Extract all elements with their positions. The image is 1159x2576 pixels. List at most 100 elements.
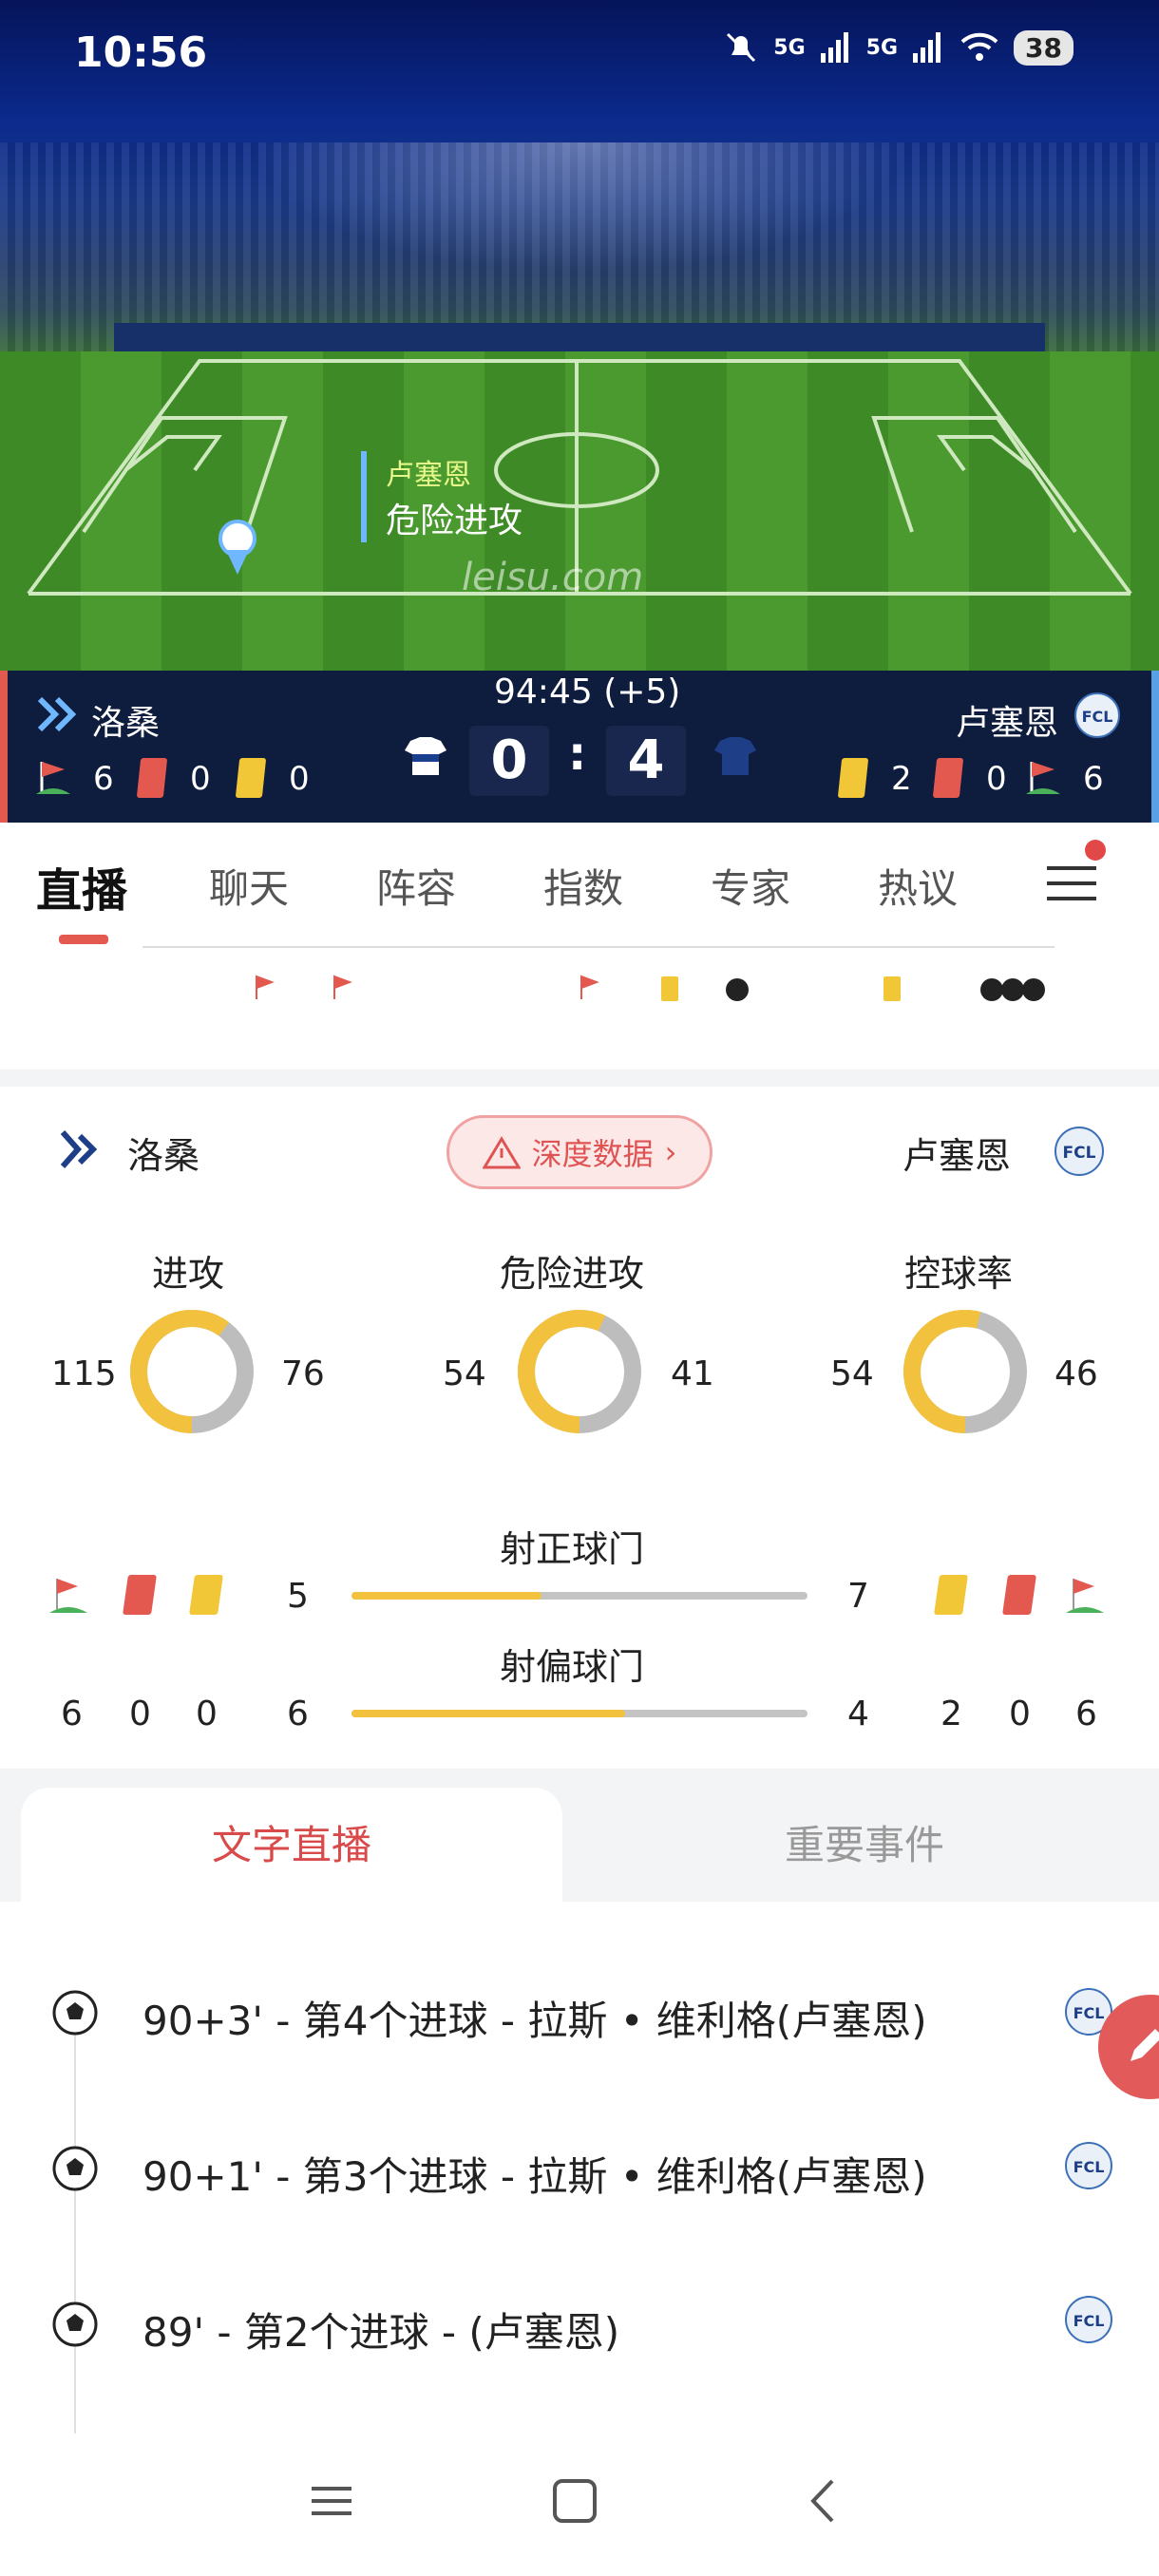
home-logo-icon-2	[60, 1130, 98, 1168]
live-event-text: 危险进攻	[386, 502, 523, 540]
match-minute: 94:45 (+5)	[494, 672, 681, 711]
event-timeline-strip	[0, 935, 1159, 1070]
away-yellows: 2	[891, 760, 912, 798]
away-team-name: 卢塞恩	[956, 704, 1059, 743]
ring-label-possession: 控球率	[904, 1253, 1014, 1295]
away-corner-icon-2	[1066, 1579, 1104, 1613]
home-red-card-icon	[136, 758, 168, 798]
away-accent-stripe	[1151, 671, 1159, 823]
stats-home-name: 洛桑	[127, 1135, 200, 1177]
live-event-team: 卢塞恩	[386, 459, 471, 492]
timeline-events	[256, 975, 1045, 1001]
ring-home-danger: 54	[443, 1354, 486, 1393]
shots-on-home: 5	[287, 1577, 309, 1616]
away-yellow-card-icon-2	[934, 1575, 968, 1615]
tab-chat[interactable]: 聊天	[209, 857, 289, 915]
svg-text:FCL: FCL	[1063, 1144, 1096, 1163]
shots-off-bar-fill	[352, 1710, 625, 1717]
event-item-2: 90+1' - 第3个进球 - 拉斯 • 维利格(卢塞恩)	[142, 2153, 927, 2200]
stats-away-name: 卢塞恩	[902, 1135, 1012, 1177]
shots-off-home: 6	[287, 1695, 309, 1733]
away-corners-2: 6	[1075, 1695, 1097, 1733]
tab-live[interactable]: 直播	[36, 853, 127, 919]
away-reds-2: 0	[1009, 1695, 1031, 1733]
deep-data-button[interactable]: 深度数据 ›	[446, 1115, 712, 1189]
shots-on-away: 7	[847, 1577, 869, 1616]
shots-off-label: 射偏球门	[500, 1646, 645, 1688]
score-bar: 洛桑 94:45 (+5) 6 0 0 0 : 4 卢塞恩 FCL 2 0 6	[0, 671, 1159, 823]
match-hero: 10:56 5G 5G 38 卢塞恩 危险进攻 leisu.com	[0, 0, 1159, 671]
battery-icon: 38	[1014, 29, 1074, 66]
soccer-ball-icon-2	[52, 2146, 98, 2191]
ring-away-attack: 76	[281, 1354, 325, 1393]
app-root: 10:56 5G 5G 38 卢塞恩 危险进攻 leisu.com 洛桑 94:…	[0, 0, 1159, 2576]
home-yellow-card-icon	[235, 758, 267, 798]
ring-home-attack: 115	[51, 1354, 117, 1393]
home-yellows-2: 0	[196, 1695, 218, 1733]
signal-icon	[820, 32, 848, 63]
tab-lineup[interactable]: 阵容	[376, 857, 456, 915]
ring-chart-possession	[903, 1310, 1027, 1433]
ring-chart-attack	[130, 1310, 254, 1433]
score-separator: :	[568, 728, 587, 781]
svg-text:FCL: FCL	[1082, 708, 1113, 726]
away-red-card-icon	[932, 758, 964, 798]
away-red-card-icon-2	[1002, 1575, 1036, 1615]
home-icon[interactable]	[551, 2477, 598, 2525]
stats-panel: 洛桑 深度数据 › 卢塞恩 FCL 进攻 115 76 危险进攻 54 41 控…	[0, 1087, 1159, 1769]
home-yellow-card-icon-2	[189, 1575, 223, 1615]
ring-label-danger: 危险进攻	[500, 1253, 645, 1295]
tab-odds[interactable]: 指数	[543, 857, 623, 915]
tab-text-live[interactable]: 文字直播	[21, 1788, 562, 1904]
wifi-icon	[960, 32, 998, 61]
ring-away-possession: 46	[1054, 1354, 1098, 1393]
svg-text:FCL: FCL	[1074, 2004, 1105, 2022]
events-list: 90+3' - 第4个进球 - 拉斯 • 维利格(卢塞恩) FCL 90+1' …	[0, 1902, 1159, 2434]
home-corner-icon	[36, 762, 70, 794]
away-reds: 0	[986, 760, 1007, 798]
warning-icon	[482, 1136, 521, 1169]
shots-on-bar-fill	[352, 1592, 542, 1600]
home-score: 0	[469, 726, 549, 796]
event-item-3: 89' - 第2个进球 - (卢塞恩)	[142, 2309, 620, 2356]
home-reds-2: 0	[129, 1695, 151, 1733]
ring-label-attack: 进攻	[152, 1253, 225, 1295]
system-nav-bar	[0, 2434, 1159, 2576]
shots-on-bar	[352, 1592, 808, 1600]
home-corners-2: 6	[61, 1695, 83, 1733]
shots-off-away: 4	[847, 1695, 869, 1733]
home-accent-stripe	[0, 671, 8, 823]
ball-position-icon	[218, 520, 256, 575]
soccer-ball-icon-3	[52, 2301, 98, 2347]
bell-muted-icon	[727, 32, 756, 63]
home-corner-icon-2	[49, 1579, 87, 1613]
network-5g-2: 5G	[865, 35, 899, 60]
shots-on-label: 射正球门	[500, 1528, 645, 1570]
tab-key-events[interactable]: 重要事件	[589, 1788, 1140, 1904]
away-logo-icon-2: FCL	[1054, 1127, 1104, 1176]
recent-apps-icon[interactable]	[310, 2479, 353, 2523]
home-yellows: 0	[289, 760, 310, 798]
ring-home-possession: 54	[830, 1354, 874, 1393]
home-logo-icon	[37, 696, 77, 732]
tab-experts[interactable]: 专家	[711, 857, 790, 915]
home-reds: 0	[190, 760, 211, 798]
away-yellows-2: 2	[940, 1695, 962, 1733]
away-corner-icon	[1026, 762, 1060, 794]
away-logo-icon: FCL	[1074, 692, 1120, 738]
status-icons: 5G 5G 38	[722, 28, 1074, 66]
tab-discussion[interactable]: 热议	[878, 857, 958, 915]
main-tabs: 直播 聊天 阵容 指数 专家 热议	[0, 823, 1159, 937]
ring-away-danger: 41	[671, 1354, 714, 1393]
events-timeline-line	[74, 2016, 76, 2434]
back-icon[interactable]	[804, 2477, 842, 2525]
menu-icon[interactable]	[1045, 861, 1098, 906]
status-time: 10:56	[74, 28, 208, 77]
event-team-logo-icon-3: FCL	[1065, 2296, 1112, 2343]
away-corners: 6	[1083, 760, 1104, 798]
status-bar: 10:56 5G 5G 38	[0, 0, 1159, 114]
home-team-name: 洛桑	[91, 704, 161, 743]
soccer-ball-icon	[52, 1990, 98, 2036]
live-event-tag: 卢塞恩 危险进攻	[361, 451, 522, 542]
menu-badge	[1085, 840, 1106, 861]
